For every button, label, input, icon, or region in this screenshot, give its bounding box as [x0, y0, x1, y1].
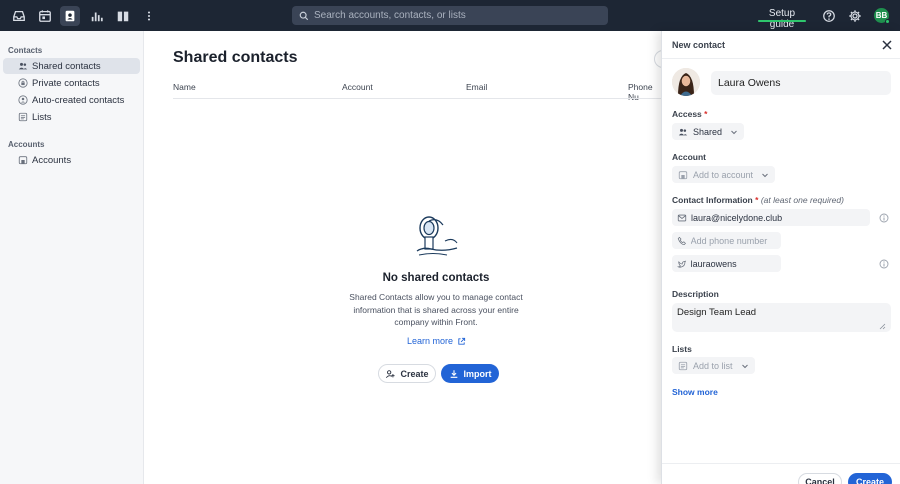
contact-name-input[interactable]: [711, 71, 891, 95]
contact-photo-image: [672, 68, 700, 96]
sidebar-item-label: Accounts: [32, 154, 72, 166]
lists-placeholder: Add to list: [693, 360, 733, 371]
knowledge-base-icon[interactable]: [114, 7, 131, 24]
inbox-icon[interactable]: [10, 7, 27, 24]
chevron-down-icon: [731, 130, 737, 134]
twitter-icon: [677, 260, 687, 268]
panel-title: New contact: [672, 40, 726, 50]
sidebar-item-accounts[interactable]: Accounts: [3, 152, 140, 168]
panel-header-divider: [662, 58, 900, 59]
contact-info-label: Contact Information * (at least one requ…: [672, 195, 844, 205]
info-icon[interactable]: [879, 213, 889, 223]
resize-handle-icon[interactable]: [878, 322, 886, 330]
page-title: Shared contacts: [173, 49, 298, 66]
close-icon[interactable]: [881, 39, 893, 51]
sidebar-item-private-contacts[interactable]: Private contacts: [3, 75, 140, 91]
chevron-down-icon: [762, 173, 768, 177]
empty-state-description: Shared Contacts allow you to manage cont…: [349, 292, 523, 327]
mail-icon: [677, 214, 687, 221]
column-header-account[interactable]: Account: [342, 82, 373, 92]
lists-label: Lists: [672, 344, 692, 354]
phone-icon: [677, 236, 686, 245]
main-content: Shared contacts Name Account Email Phone…: [145, 31, 664, 484]
column-header-name[interactable]: Name: [173, 82, 196, 92]
calendar-icon[interactable]: [36, 7, 53, 24]
add-user-icon: [386, 369, 396, 378]
building-icon: [678, 170, 688, 179]
email-row[interactable]: [672, 209, 870, 226]
external-link-icon: [458, 337, 466, 345]
header-divider: [173, 98, 661, 99]
info-icon[interactable]: [879, 259, 889, 269]
sidebar-section-accounts: Accounts: [8, 140, 45, 149]
more-vertical-icon[interactable]: [140, 7, 157, 24]
contacts-icon[interactable]: [60, 6, 80, 26]
sidebar-item-auto-created-contacts[interactable]: Auto-created contacts: [3, 92, 140, 108]
create-contact-button[interactable]: Create: [378, 364, 436, 383]
sidebar-item-label: Private contacts: [32, 77, 100, 89]
learn-more-link[interactable]: Learn more: [407, 336, 466, 346]
show-more-link[interactable]: Show more: [672, 387, 718, 397]
access-label-text: Access: [672, 109, 702, 119]
sidebar: Contacts Shared contacts Private contact…: [0, 31, 144, 484]
create-contact-submit-button[interactable]: Create: [848, 473, 892, 484]
online-status-dot: [885, 19, 890, 24]
sidebar-item-shared-contacts[interactable]: Shared contacts: [3, 58, 140, 74]
auto-user-icon: [18, 95, 28, 105]
description-field[interactable]: Design Team Lead: [672, 303, 891, 332]
chevron-down-icon: [741, 364, 748, 368]
learn-more-label: Learn more: [407, 336, 454, 346]
lock-icon: [18, 78, 28, 88]
import-button-label: Import: [463, 368, 492, 379]
search-icon: [299, 11, 309, 20]
add-to-account-dropdown[interactable]: Add to account: [672, 166, 776, 183]
access-label: Access *: [672, 109, 708, 119]
user-avatar[interactable]: BB: [874, 8, 890, 24]
column-header-phone[interactable]: Phone Nu: [628, 82, 661, 102]
social-handle-field[interactable]: [690, 258, 781, 269]
phone-field[interactable]: [690, 235, 781, 246]
sidebar-item-label: Lists: [32, 111, 52, 123]
global-search[interactable]: [292, 6, 608, 25]
new-contact-panel: New contact Access * Shared Account Add …: [661, 31, 900, 484]
import-contacts-button[interactable]: Import: [441, 364, 499, 383]
contact-photo[interactable]: [672, 68, 700, 96]
shared-users-icon: [18, 62, 28, 70]
panel-footer-divider: [662, 463, 900, 464]
setup-progress-bar: [758, 20, 806, 22]
contact-info-hint: (at least one required): [760, 195, 844, 205]
sidebar-item-label: Auto-created contacts: [32, 94, 125, 106]
contact-info-label-text: Contact Information: [672, 195, 753, 205]
access-value: Shared: [693, 126, 723, 137]
phone-row[interactable]: [672, 232, 781, 249]
search-input[interactable]: [314, 10, 594, 21]
account-label: Account: [672, 152, 706, 162]
sidebar-section-contacts: Contacts: [8, 46, 43, 55]
shared-users-icon: [678, 128, 688, 135]
setup-guide-button[interactable]: Setup guide: [756, 8, 808, 30]
analytics-icon[interactable]: [88, 7, 105, 24]
setup-guide-label: Setup guide: [768, 8, 796, 30]
social-handle-row[interactable]: [672, 255, 781, 272]
column-header-email[interactable]: Email: [466, 82, 487, 92]
sidebar-item-label: Shared contacts: [32, 60, 101, 72]
add-to-list-dropdown[interactable]: Add to list: [672, 357, 755, 374]
email-field[interactable]: [691, 212, 865, 223]
list-icon: [678, 361, 688, 370]
settings-gear-icon[interactable]: [846, 7, 863, 24]
create-button-label: Create: [400, 368, 429, 379]
empty-contacts-illustration: [416, 216, 458, 256]
cancel-button[interactable]: Cancel: [798, 473, 842, 484]
sidebar-item-lists[interactable]: Lists: [3, 109, 140, 125]
help-icon[interactable]: [820, 7, 837, 24]
description-label: Description: [672, 289, 719, 299]
import-icon: [450, 369, 457, 378]
access-dropdown[interactable]: Shared: [672, 123, 745, 140]
list-icon: [18, 112, 28, 122]
building-icon: [18, 156, 28, 165]
top-bar: Setup guide BB: [0, 0, 900, 31]
empty-state-title: No shared contacts: [382, 272, 490, 284]
account-placeholder: Add to account: [693, 169, 754, 180]
